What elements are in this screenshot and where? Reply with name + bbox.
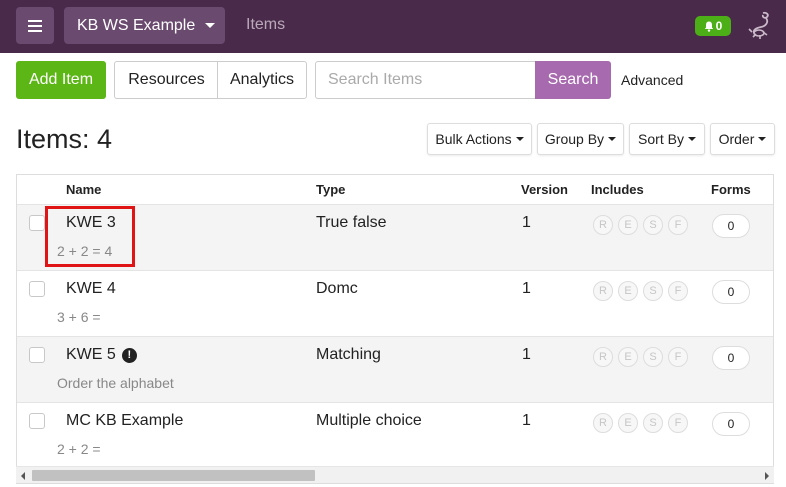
include-s: S <box>643 347 663 367</box>
order-label: Order <box>718 131 755 147</box>
item-name-text: MC KB Example <box>66 412 184 429</box>
include-r: R <box>593 413 613 433</box>
include-r: R <box>593 347 613 367</box>
include-e: E <box>618 347 638 367</box>
caret-down-icon <box>515 137 524 141</box>
scrollbar-thumb[interactable] <box>32 470 315 481</box>
item-stem: 2 + 2 = <box>57 441 101 457</box>
top-navbar: KB WS Example Items 0 <box>0 0 786 53</box>
item-type: Domc <box>316 280 358 297</box>
item-name[interactable]: KWE 5 ! <box>66 346 137 364</box>
item-version: 1 <box>522 214 531 231</box>
item-name[interactable]: KWE 4 <box>66 280 116 298</box>
include-s: S <box>643 215 663 235</box>
hamburger-icon <box>28 19 42 32</box>
include-f: F <box>668 215 688 235</box>
forms-count-badge[interactable]: 0 <box>712 346 750 370</box>
bulk-actions-dropdown[interactable]: Bulk Actions <box>427 123 532 155</box>
bulk-actions-label: Bulk Actions <box>435 131 512 147</box>
bell-icon <box>704 21 713 32</box>
item-stem: 3 + 6 = <box>57 309 101 325</box>
column-header-version[interactable]: Version <box>521 182 568 197</box>
include-r: R <box>593 215 613 235</box>
sort-by-label: Sort By <box>638 131 684 147</box>
include-f: F <box>668 281 688 301</box>
includes-indicators: R E S F <box>593 347 688 367</box>
page-title: Items: 4 <box>16 124 113 154</box>
forms-count-badge[interactable]: 0 <box>712 412 750 436</box>
notification-count: 0 <box>715 19 723 33</box>
item-stem: 2 + 2 = 4 <box>57 243 113 259</box>
add-item-button[interactable]: Add Item <box>16 61 106 99</box>
item-version: 1 <box>522 412 531 429</box>
advanced-search-link[interactable]: Advanced <box>621 72 683 88</box>
item-name-text: KWE 5 <box>66 346 116 363</box>
table-row[interactable]: KWE 3 2 + 2 = 4 True false 1 R E S F 0 <box>17 204 773 270</box>
search-input[interactable] <box>315 61 536 99</box>
includes-indicators: R E S F <box>593 281 688 301</box>
scroll-right-arrow-icon[interactable] <box>765 472 769 480</box>
table-row[interactable]: MC KB Example 2 + 2 = Multiple choice 1 … <box>17 402 773 468</box>
include-f: F <box>668 347 688 367</box>
row-checkbox[interactable] <box>29 347 45 363</box>
notifications-badge[interactable]: 0 <box>695 16 731 36</box>
group-by-dropdown[interactable]: Group By <box>537 123 624 155</box>
forms-count-badge[interactable]: 0 <box>712 214 750 238</box>
horizontal-scrollbar[interactable] <box>16 466 774 483</box>
include-s: S <box>643 281 663 301</box>
caret-down-icon <box>687 137 696 141</box>
column-header-name[interactable]: Name <box>66 182 101 197</box>
column-header-includes: Includes <box>591 182 644 197</box>
table-row[interactable]: KWE 5 ! Order the alphabet Matching 1 R … <box>17 336 773 402</box>
workspace-dropdown[interactable]: KB WS Example <box>64 7 225 44</box>
scroll-left-arrow-icon[interactable] <box>21 472 25 480</box>
workspace-label: KB WS Example <box>77 16 196 34</box>
table-row[interactable]: KWE 4 3 + 6 = Domc 1 R E S F 0 <box>17 270 773 336</box>
column-header-type[interactable]: Type <box>316 182 345 197</box>
item-name[interactable]: KWE 3 <box>66 214 116 232</box>
item-name[interactable]: MC KB Example <box>66 412 183 430</box>
include-s: S <box>643 413 663 433</box>
item-stem: Order the alphabet <box>57 375 174 391</box>
include-r: R <box>593 281 613 301</box>
item-name-text: KWE 3 <box>66 214 116 231</box>
include-e: E <box>618 215 638 235</box>
caret-down-icon <box>758 137 767 141</box>
include-e: E <box>618 281 638 301</box>
order-dropdown[interactable]: Order <box>710 123 775 155</box>
caret-down-icon <box>608 137 617 141</box>
item-type: Multiple choice <box>316 412 422 429</box>
scorpion-logo-icon[interactable] <box>746 10 774 42</box>
item-type: Matching <box>316 346 381 363</box>
item-name-text: KWE 4 <box>66 280 116 297</box>
items-table: Name Type Version Includes Forms KWE 3 2… <box>16 174 774 484</box>
row-checkbox[interactable] <box>29 413 45 429</box>
analytics-button[interactable]: Analytics <box>217 61 307 99</box>
includes-indicators: R E S F <box>593 215 688 235</box>
row-checkbox[interactable] <box>29 281 45 297</box>
item-version: 1 <box>522 346 531 363</box>
menu-button[interactable] <box>16 7 54 44</box>
row-checkbox[interactable] <box>29 215 45 231</box>
include-f: F <box>668 413 688 433</box>
includes-indicators: R E S F <box>593 413 688 433</box>
resources-button[interactable]: Resources <box>114 61 218 99</box>
sort-by-dropdown[interactable]: Sort By <box>629 123 705 155</box>
item-type: True false <box>316 214 387 231</box>
item-version: 1 <box>522 280 531 297</box>
search-button[interactable]: Search <box>535 61 611 99</box>
include-e: E <box>618 413 638 433</box>
caret-down-icon <box>205 23 216 28</box>
forms-count-badge[interactable]: 0 <box>712 280 750 304</box>
breadcrumb-items[interactable]: Items <box>246 16 285 34</box>
group-by-label: Group By <box>544 131 605 147</box>
warning-icon[interactable]: ! <box>121 347 137 363</box>
column-header-forms[interactable]: Forms <box>711 182 751 197</box>
